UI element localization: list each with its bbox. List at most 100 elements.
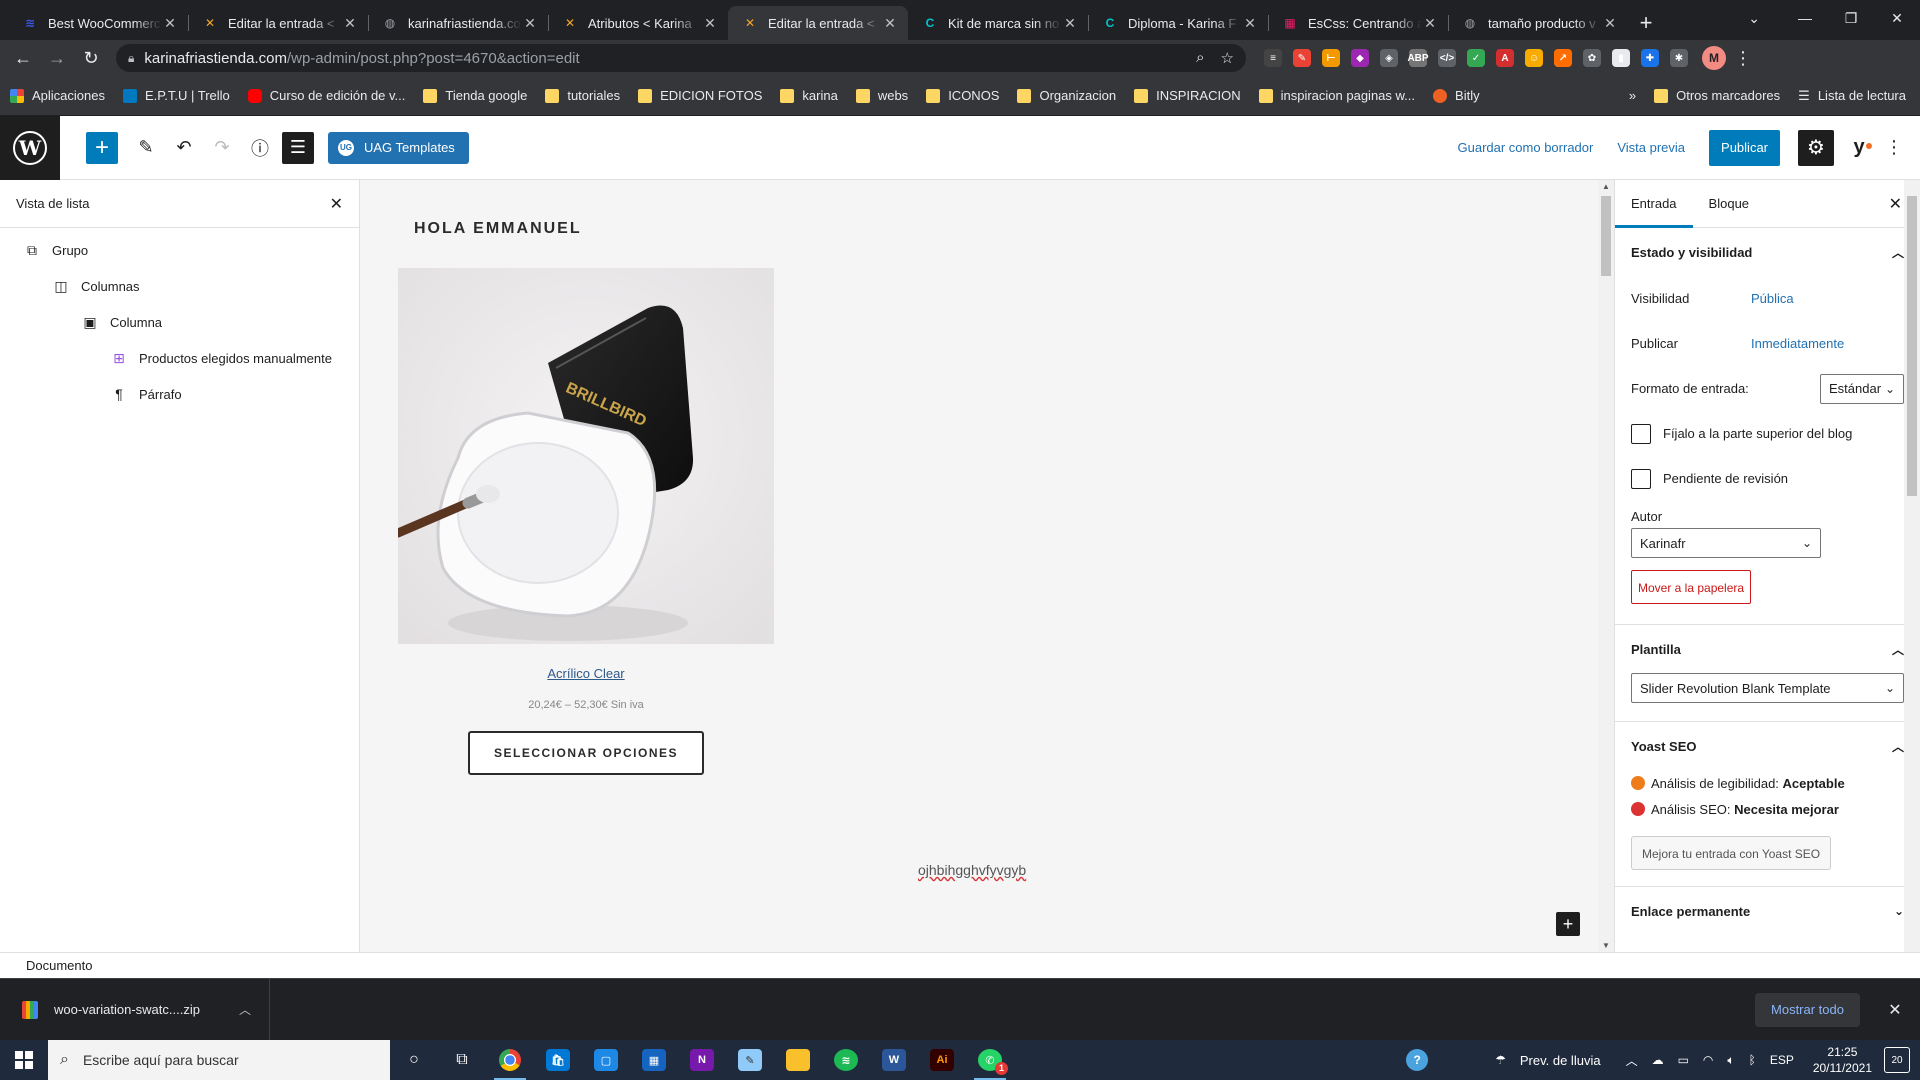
word-icon[interactable]: W: [870, 1040, 918, 1080]
browser-tab[interactable]: ◍ karinafriastienda.com ✕: [368, 6, 548, 40]
bookmark-item[interactable]: Aplicaciones: [10, 88, 105, 103]
bookmark-item[interactable]: ICONOS: [926, 88, 999, 103]
chrome-taskbar-icon[interactable]: [486, 1040, 534, 1080]
tab-entrada[interactable]: Entrada: [1615, 180, 1693, 228]
options-menu-icon[interactable]: ⋮: [1882, 137, 1906, 158]
browser-tab[interactable]: C Kit de marca sin no ✕: [908, 6, 1088, 40]
sidebar-scrollbar-thumb[interactable]: [1907, 196, 1917, 496]
forward-arrow-icon[interactable]: →: [42, 43, 72, 73]
restore-button[interactable]: ❐: [1828, 0, 1874, 36]
browser-tab[interactable]: ▦ EsCss: Centrando a ✕: [1268, 6, 1448, 40]
tools-pencil-icon[interactable]: ✎: [130, 132, 162, 164]
adblock-ext-icon[interactable]: ABP: [1407, 49, 1429, 67]
flower-ext-icon[interactable]: ✿: [1583, 49, 1601, 67]
new-tab-button[interactable]: +: [1628, 6, 1664, 40]
yoast-panel-toggle[interactable]: Yoast SEO ︿: [1631, 722, 1904, 770]
file-explorer-icon[interactable]: [774, 1040, 822, 1080]
calendar-icon[interactable]: ▦: [630, 1040, 678, 1080]
close-tab-icon[interactable]: ✕: [522, 15, 538, 32]
undo-icon[interactable]: ↶: [168, 132, 200, 164]
details-info-icon[interactable]: ⓘ: [244, 132, 276, 164]
list-view-item[interactable]: ◫ Columnas: [0, 268, 359, 304]
cube-ext-icon[interactable]: ◈: [1380, 49, 1398, 67]
template-panel-toggle[interactable]: Plantilla ︿: [1631, 625, 1904, 673]
code-ext-icon[interactable]: </>: [1438, 49, 1456, 67]
cortana-icon[interactable]: ○: [390, 1040, 438, 1080]
browser-menu-icon[interactable]: ⋮: [1734, 48, 1752, 69]
more-bookmarks-icon[interactable]: »: [1629, 88, 1636, 103]
check-ext-icon[interactable]: ✓: [1467, 49, 1485, 67]
browser-tab[interactable]: ✕ Atributos < Karina ✕: [548, 6, 728, 40]
reading-list-button[interactable]: ☰ Lista de lectura: [1798, 88, 1906, 104]
buffer-ext-icon[interactable]: ≡: [1264, 49, 1282, 67]
cloud-icon[interactable]: ☁: [1652, 1053, 1664, 1067]
reload-icon[interactable]: ↻: [76, 43, 106, 73]
network-icon[interactable]: ◠: [1703, 1053, 1713, 1067]
format-select[interactable]: Estándar ⌄: [1820, 373, 1904, 404]
address-bar[interactable]: 🔒︎ karinafriastienda.com/wp-admin/post.p…: [116, 44, 1246, 72]
close-list-view-icon[interactable]: ✕: [330, 194, 343, 214]
settings-gear-icon[interactable]: ⚙: [1798, 129, 1834, 166]
breadcrumb-document[interactable]: Documento: [26, 958, 92, 973]
illustrator-icon[interactable]: Ai: [918, 1040, 966, 1080]
status-panel-toggle[interactable]: Estado y visibilidad ︿: [1631, 228, 1904, 276]
browser-tab[interactable]: ◍ tamaño producto v ✕: [1448, 6, 1628, 40]
start-button[interactable]: [0, 1040, 48, 1080]
show-all-downloads-button[interactable]: Mostrar todo: [1755, 992, 1860, 1027]
list-view-item[interactable]: ⊞ Productos elegidos manualmente: [0, 340, 359, 376]
wordpress-logo-icon[interactable]: W: [0, 115, 60, 180]
bookmark-item[interactable]: inspiracion paginas w...: [1258, 88, 1415, 103]
puzzle-ext-icon[interactable]: ✱: [1670, 49, 1688, 67]
spotify-icon[interactable]: ≋: [822, 1040, 870, 1080]
bookmark-item[interactable]: tutoriales: [545, 88, 620, 103]
author-select[interactable]: Karinafr ⌄: [1631, 528, 1821, 558]
paragraph-block[interactable]: ojhbihgghvfyvgyb: [918, 862, 1026, 878]
preview-button[interactable]: Vista previa: [1617, 140, 1685, 155]
zoom-icon[interactable]: ⌕: [1196, 49, 1204, 67]
close-tab-icon[interactable]: ✕: [1062, 15, 1078, 32]
lock-icon[interactable]: 🔒︎: [128, 51, 134, 66]
battery-icon[interactable]: ▭: [1678, 1053, 1689, 1067]
ruler-ext-icon[interactable]: ⊢: [1322, 49, 1340, 67]
help-icon[interactable]: ?: [1406, 1049, 1429, 1071]
card-ext-icon[interactable]: ▮: [1612, 49, 1630, 67]
clock[interactable]: 21:25 20/11/2021: [1813, 1044, 1872, 1076]
sticky-notes-icon[interactable]: ✎: [726, 1040, 774, 1080]
sticky-checkbox[interactable]: [1631, 423, 1651, 444]
umbrella-weather-icon[interactable]: ☂: [1495, 1053, 1506, 1067]
move-to-trash-button[interactable]: Mover a la papelera: [1631, 570, 1752, 604]
store-icon[interactable]: 🛍︎: [534, 1040, 582, 1080]
tab-bloque[interactable]: Bloque: [1693, 180, 1765, 227]
redo-icon[interactable]: ↷: [206, 132, 238, 164]
bookmark-item[interactable]: Organizacion: [1017, 88, 1116, 103]
taskbar-search[interactable]: ⌕ Escribe aquí para buscar: [48, 1040, 390, 1080]
smile-ext-icon[interactable]: ☺: [1525, 49, 1543, 67]
onenote-icon[interactable]: N: [678, 1040, 726, 1080]
publish-button[interactable]: Publicar: [1709, 129, 1780, 166]
list-view-item[interactable]: ¶ Párrafo: [0, 376, 359, 412]
bookmark-item[interactable]: INSPIRACION: [1134, 88, 1241, 103]
bookmark-star-icon[interactable]: ☆: [1221, 49, 1234, 67]
minimize-button[interactable]: —: [1782, 0, 1828, 36]
bookmark-item[interactable]: E.P.T.U | Trello: [123, 88, 230, 103]
close-tab-icon[interactable]: ✕: [1422, 15, 1438, 32]
add-block-button[interactable]: +: [86, 131, 118, 164]
list-view-item[interactable]: ▣ Columna: [0, 304, 359, 340]
back-arrow-icon[interactable]: ←: [8, 43, 38, 73]
list-view-item[interactable]: ⧉ Grupo: [0, 232, 359, 268]
plus-ext-icon[interactable]: ✚: [1641, 49, 1659, 67]
bluetooth-icon[interactable]: ᛒ: [1749, 1053, 1756, 1067]
product-card[interactable]: BRILLBIRD Acrílico Clear 20,24€ – 52,30€…: [398, 268, 774, 775]
volume-icon[interactable]: 🔈︎: [1727, 1053, 1734, 1068]
language-indicator[interactable]: ESP: [1770, 1053, 1794, 1067]
browser-tab[interactable]: ✕ Editar la entrada < ✕: [728, 6, 908, 40]
chevron-up-icon[interactable]: ︿: [1626, 1052, 1638, 1069]
chart-ext-icon[interactable]: ↗: [1554, 49, 1572, 67]
chevron-up-icon[interactable]: ︿: [239, 1001, 251, 1018]
close-window-button[interactable]: ✕: [1874, 0, 1920, 36]
color-ext-icon[interactable]: ◆: [1351, 49, 1369, 67]
visibility-link[interactable]: Pública: [1751, 291, 1794, 306]
yoast-icon[interactable]: y: [1844, 133, 1874, 163]
close-tab-icon[interactable]: ✕: [702, 15, 718, 32]
other-bookmarks-folder[interactable]: Otros marcadores: [1654, 88, 1780, 103]
